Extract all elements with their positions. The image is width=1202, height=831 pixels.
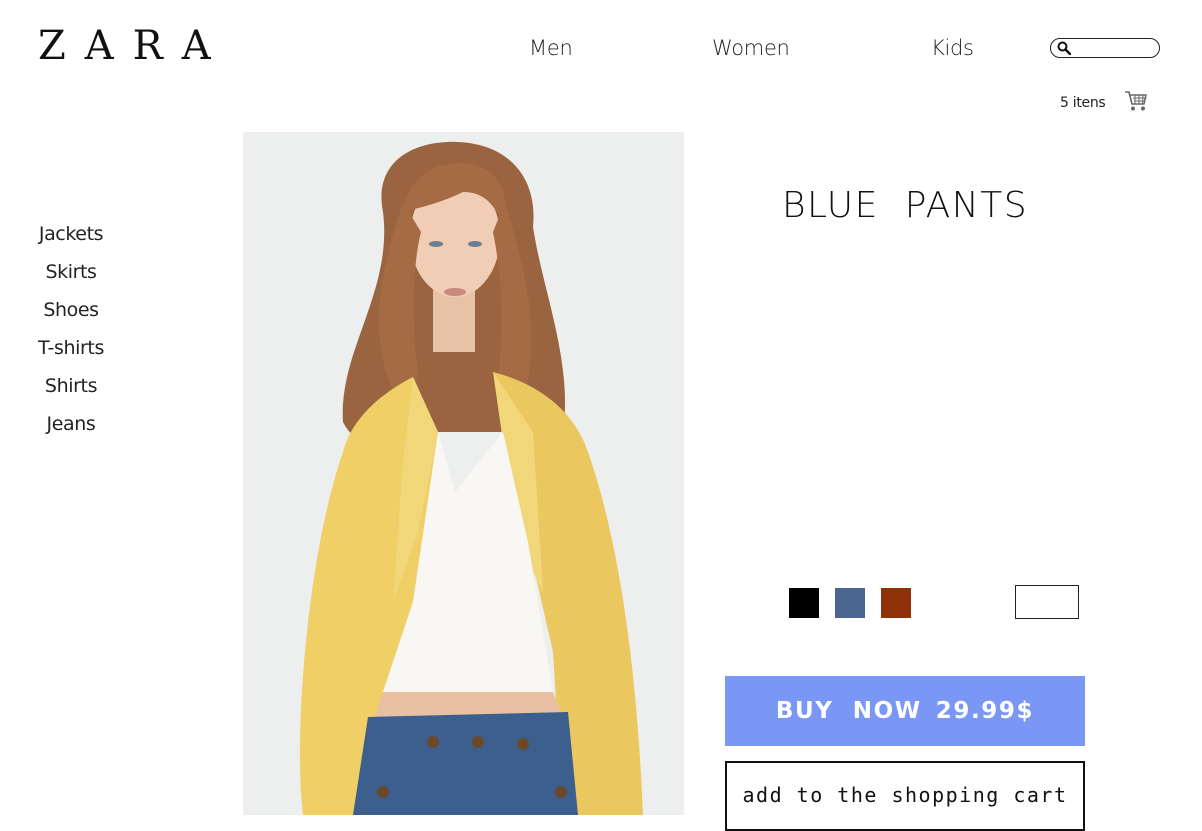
- shopping-cart-icon[interactable]: [1124, 90, 1148, 112]
- category-shoes[interactable]: Shoes: [0, 301, 142, 320]
- nav-men[interactable]: Men: [529, 38, 573, 59]
- category-shirts[interactable]: Shirts: [0, 377, 142, 396]
- color-swatch-blue[interactable]: [835, 588, 865, 618]
- cart-item-count: 5 itens: [1060, 95, 1106, 111]
- zara-logo[interactable]: ZARA: [38, 26, 230, 66]
- nav-women[interactable]: Women: [712, 38, 790, 59]
- category-jeans[interactable]: Jeans: [0, 415, 142, 434]
- nav-kids[interactable]: Kids: [931, 38, 974, 59]
- category-jackets[interactable]: Jackets: [0, 225, 142, 244]
- search-input[interactable]: [1050, 38, 1160, 58]
- search-icon: [1057, 41, 1071, 55]
- color-swatch-rust[interactable]: [881, 588, 911, 618]
- category-skirts[interactable]: Skirts: [0, 263, 142, 282]
- color-swatch-black[interactable]: [789, 588, 819, 618]
- product-photo: [243, 132, 684, 815]
- product-title: BLUE PANTS: [781, 185, 1029, 226]
- buy-now-button[interactable]: BUY NOW 29.99$: [725, 676, 1085, 746]
- size-select[interactable]: [1015, 585, 1079, 619]
- category-t-shirts[interactable]: T-shirts: [0, 339, 142, 358]
- price-label: 29.99$: [935, 698, 1035, 724]
- buy-now-label: BUY NOW: [775, 698, 922, 724]
- add-to-cart-button[interactable]: add to the shopping cart: [725, 761, 1085, 831]
